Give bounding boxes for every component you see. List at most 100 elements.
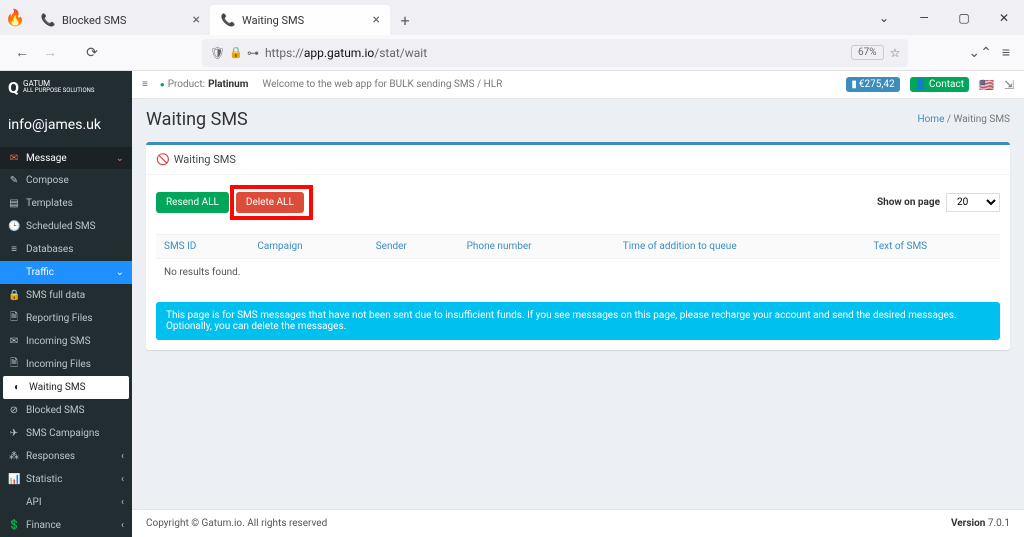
- firefox-icon: 🔥: [0, 0, 30, 35]
- balance-badge[interactable]: ▮ €275,42: [846, 77, 899, 92]
- panel-waiting-sms: 🚫 Waiting SMS Resend ALL Delete ALL Show…: [146, 142, 1010, 350]
- close-icon[interactable]: ×: [193, 12, 200, 28]
- sidebar-item-label: Traffic: [26, 267, 54, 278]
- address-bar[interactable]: 🛡 🔒 ⊶ https://app.gatum.io/stat/wait 67%…: [202, 39, 908, 67]
- contact-label: Contact: [929, 79, 964, 90]
- resend-all-button[interactable]: Resend ALL: [156, 192, 229, 213]
- sidebar-item-responses[interactable]: ⁂ Responses ‹: [0, 445, 132, 468]
- breadcrumb-current: Waiting SMS: [953, 114, 1010, 125]
- new-tab-button[interactable]: +: [390, 5, 420, 35]
- sidebar-item-databases[interactable]: ≡ Databases: [0, 238, 132, 261]
- col-text-of-sms[interactable]: Text of SMS: [865, 235, 1000, 259]
- sidebar-item-sms-campaigns[interactable]: ✈ SMS Campaigns: [0, 422, 132, 445]
- chevron-icon: ‹: [121, 520, 124, 531]
- sidebar-item-label: API: [26, 497, 42, 508]
- reload-button[interactable]: ⟳: [78, 39, 106, 67]
- browser-tab-waiting[interactable]: 📞 Waiting SMS ×: [210, 5, 390, 35]
- menu-icon: ✈: [8, 428, 20, 439]
- lock-icon[interactable]: 🔒: [229, 46, 243, 59]
- sms-table: SMS IDCampaignSenderPhone numberTime of …: [156, 234, 1000, 286]
- menu-icon: 🔒: [8, 290, 20, 301]
- contact-button[interactable]: 👤 Contact: [910, 77, 969, 92]
- permissions-icon[interactable]: ⊶: [247, 46, 259, 60]
- sidebar-item-traffic[interactable]: Traffic ⌄: [0, 261, 132, 284]
- minimize-icon[interactable]: ―: [904, 0, 944, 35]
- pocket-icon[interactable]: ⌄⌃: [968, 45, 991, 61]
- sidebar-item-blocked-sms[interactable]: ⊘Blocked SMS: [0, 399, 132, 422]
- delete-all-button[interactable]: Delete ALL: [236, 192, 304, 213]
- close-window-icon[interactable]: ✕: [984, 0, 1024, 35]
- app-menu-icon[interactable]: ≡: [1002, 44, 1010, 61]
- page-title: Waiting SMS: [146, 109, 248, 130]
- col-phone-number[interactable]: Phone number: [459, 235, 615, 259]
- menu-icon: ▤: [8, 198, 20, 209]
- sidebar-item-label: Incoming SMS: [26, 336, 91, 347]
- col-sender[interactable]: Sender: [368, 235, 459, 259]
- sidebar-header-message[interactable]: ✉ Message ⌄: [0, 147, 132, 169]
- sidebar-item-label: SMS full data: [26, 290, 85, 301]
- breadcrumb-home[interactable]: Home: [917, 114, 944, 125]
- logo-line2: ALL PURPOSE SOLUTIONS: [23, 88, 94, 94]
- forward-button: →: [36, 39, 64, 67]
- shield-icon[interactable]: 🛡: [210, 46, 225, 60]
- sidebar-item-label: Responses: [26, 451, 75, 462]
- menu-icon: ≡: [8, 244, 20, 255]
- account-email: info@james.uk: [0, 103, 132, 147]
- col-sms-id[interactable]: SMS ID: [156, 235, 249, 259]
- sidebar-item-label: Reporting Files: [26, 313, 93, 324]
- zoom-badge[interactable]: 67%: [851, 45, 884, 60]
- sidebar-item-templates[interactable]: ▤Templates: [0, 192, 132, 215]
- sidebar-item-api[interactable]: API ‹: [0, 491, 132, 514]
- col-campaign[interactable]: Campaign: [249, 235, 367, 259]
- sidebar-item-incoming-files[interactable]: 🗎Incoming Files: [0, 353, 132, 376]
- sidebar-item-label: Compose: [26, 175, 69, 186]
- sidebar-item-incoming-sms[interactable]: ✉Incoming SMS: [0, 330, 132, 353]
- chevron-icon: ‹: [121, 451, 124, 462]
- sidebar-item-sms-full-data[interactable]: 🔒 SMS full data: [0, 284, 132, 307]
- maximize-icon[interactable]: ▢: [944, 0, 984, 35]
- browser-tab-blocked[interactable]: 📞 Blocked SMS ×: [30, 5, 210, 35]
- product-name: Platinum: [208, 79, 248, 90]
- back-button[interactable]: ←: [8, 39, 36, 67]
- col-time-of-addition-to-queue[interactable]: Time of addition to queue: [615, 235, 866, 259]
- sidebar-item-label: SMS Campaigns: [26, 428, 100, 439]
- product-label: Product:: [168, 79, 205, 90]
- menu-icon: ◐: [11, 382, 23, 393]
- menu-icon: 📊: [8, 474, 20, 485]
- user-icon: 👤: [915, 79, 927, 90]
- tab-title: Waiting SMS: [242, 14, 304, 27]
- sidebar-item-label: Scheduled SMS: [26, 221, 96, 232]
- page-size-select[interactable]: 20: [946, 193, 1000, 212]
- logout-icon[interactable]: ⇲: [1004, 78, 1014, 92]
- chevron-down-icon[interactable]: ⌄: [864, 0, 904, 35]
- sidebar-item-waiting-sms[interactable]: ◐Waiting SMS: [3, 376, 129, 399]
- tab-favicon: 📞: [40, 12, 56, 28]
- sidebar-item-finance[interactable]: 💲Finance‹: [0, 514, 132, 537]
- url-prefix: https://: [265, 46, 304, 60]
- menu-icon: ✎: [8, 175, 20, 186]
- welcome-text: Welcome to the web app for BULK sending …: [262, 79, 502, 90]
- empty-message: No results found.: [156, 259, 1000, 287]
- chevron-icon: ‹: [121, 497, 124, 508]
- sidebar-item-label: Databases: [26, 244, 73, 255]
- sidebar-item-label: Finance: [26, 520, 61, 531]
- bookmark-star-icon[interactable]: ☆: [890, 46, 901, 60]
- highlight-annotation: Delete ALL: [230, 185, 313, 220]
- flag-us-icon[interactable]: 🇺🇸: [979, 78, 994, 92]
- chevron-icon: ⌄: [116, 267, 124, 278]
- sidebar-item-compose[interactable]: ✎ Compose: [0, 169, 132, 192]
- sidebar-item-scheduled-sms[interactable]: 🕒 Scheduled SMS: [0, 215, 132, 238]
- sidebar-header-label: Message: [26, 153, 67, 164]
- close-icon[interactable]: ×: [373, 12, 380, 28]
- ban-icon: 🚫: [156, 153, 170, 166]
- url-path: /stat/wait: [374, 46, 427, 60]
- sidebar-item-reporting-files[interactable]: 🗎Reporting Files: [0, 307, 132, 330]
- menu-icon: ⁂: [8, 451, 20, 462]
- table-empty-row: No results found.: [156, 259, 1000, 287]
- menu-icon: 🕒: [8, 221, 20, 232]
- logo: Q GATUM ALL PURPOSE SOLUTIONS: [0, 71, 132, 103]
- sidebar-item-statistic[interactable]: 📊Statistic‹: [0, 468, 132, 491]
- tab-favicon: 📞: [220, 12, 236, 28]
- hamburger-icon[interactable]: ≡: [142, 79, 148, 90]
- version-label: Version: [951, 518, 988, 529]
